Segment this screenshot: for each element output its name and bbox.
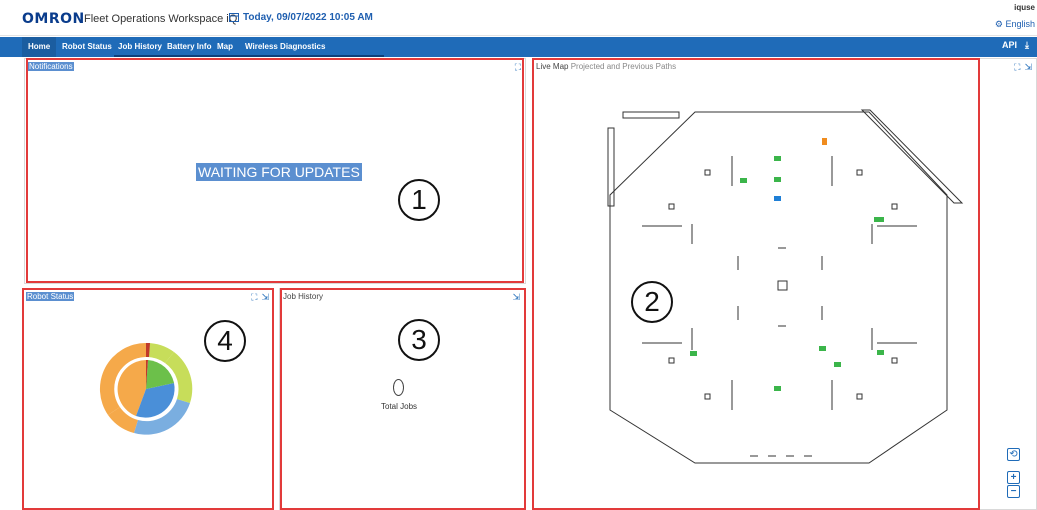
tab-wireless-diagnostics[interactable]: Wireless Diagnostics — [245, 37, 325, 57]
tab-underline — [114, 55, 384, 57]
callout-box-1 — [26, 58, 524, 283]
callout-box-3 — [280, 288, 526, 510]
tab-battery-info[interactable]: Battery Info — [167, 37, 211, 57]
callout-box-4 — [22, 288, 274, 510]
callout-box-2 — [532, 58, 980, 510]
reset-view-button[interactable]: ⟲ — [1007, 448, 1020, 461]
callout-number-4: 4 — [204, 320, 246, 362]
callout-number-3: 3 — [398, 319, 440, 361]
main-nav: Home Robot Status Job History Battery In… — [0, 37, 1037, 57]
api-button[interactable]: API — [1002, 40, 1017, 51]
user-name[interactable]: iquse — [1014, 3, 1035, 12]
tab-job-history[interactable]: Job History — [118, 37, 162, 57]
callout-number-2: 2 — [631, 281, 673, 323]
top-bar: OMRON Fleet Operations Workspace iQ Toda… — [0, 0, 1037, 36]
language-label: English — [1005, 19, 1035, 29]
omron-logo: OMRON — [22, 11, 85, 27]
zoom-in-button[interactable]: + — [1007, 471, 1020, 484]
nav-actions: API ⤓ — [1002, 40, 1029, 51]
date-display[interactable]: Today, 09/07/2022 10:05 AM — [229, 12, 373, 23]
app-title: Fleet Operations Workspace iQ — [84, 13, 238, 25]
callout-number-1: 1 — [398, 179, 440, 221]
date-text: Today, 09/07/2022 10:05 AM — [243, 12, 373, 23]
tab-home[interactable]: Home — [22, 37, 57, 57]
globe-icon: ⚙ — [994, 19, 1003, 29]
tab-map[interactable]: Map — [217, 37, 233, 57]
tab-robot-status[interactable]: Robot Status — [62, 37, 112, 57]
zoom-out-button[interactable]: − — [1007, 485, 1020, 498]
language-selector[interactable]: ⚙ English — [995, 19, 1035, 30]
calendar-icon — [229, 13, 239, 22]
download-icon[interactable]: ⤓ — [1025, 40, 1029, 51]
